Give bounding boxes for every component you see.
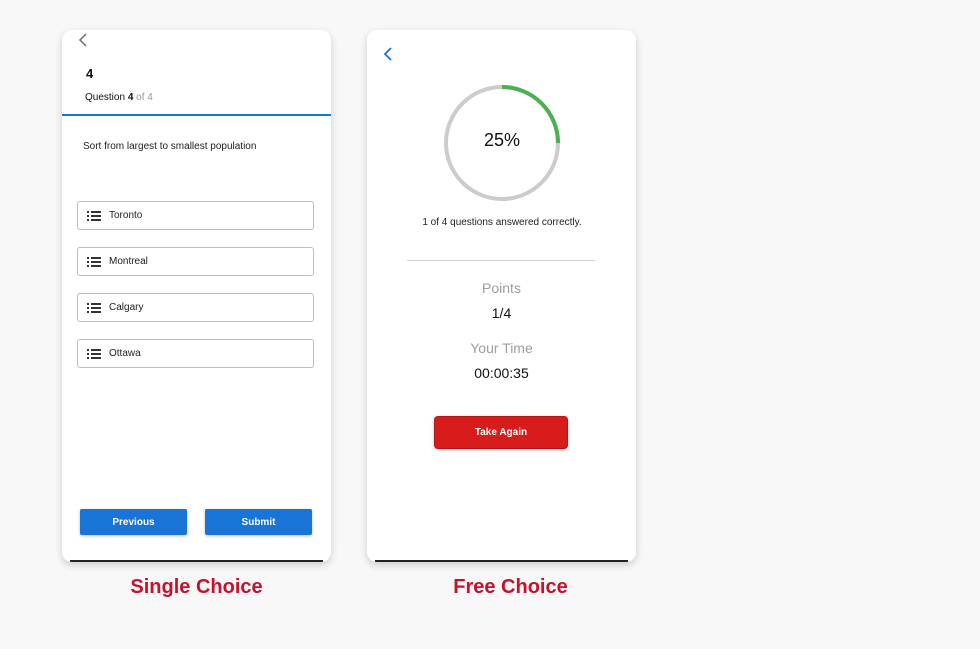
drag-list-icon — [87, 257, 101, 267]
results-divider — [407, 260, 595, 261]
question-progress-total: of 4 — [133, 92, 153, 103]
progress-divider — [62, 114, 331, 116]
free-choice-results-screen: 25% 1 of 4 questions answered correctly.… — [367, 30, 636, 562]
question-progress: Question 4 of 4 — [85, 92, 153, 103]
take-again-button[interactable]: Take Again — [434, 416, 568, 449]
single-choice-screen: 4 Question 4 of 4 Sort from largest to s… — [62, 30, 331, 562]
sortable-option[interactable]: Calgary — [77, 293, 314, 322]
free-choice-caption: Free Choice — [453, 576, 568, 598]
home-indicator — [375, 560, 628, 562]
question-progress-prefix: Question — [85, 92, 128, 103]
drag-list-icon — [87, 349, 101, 359]
drag-list-icon — [87, 303, 101, 313]
score-percent: 25% — [483, 130, 521, 150]
home-indicator — [70, 560, 323, 562]
back-chevron-icon[interactable] — [381, 46, 397, 62]
score-summary: 1 of 4 questions answered correctly. — [422, 217, 582, 228]
time-value: 00:00:35 — [474, 365, 529, 381]
points-value: 1/4 — [491, 305, 512, 321]
time-label: Your Time — [470, 340, 533, 356]
option-label: Toronto — [109, 210, 143, 221]
sortable-option[interactable]: Montreal — [77, 247, 314, 276]
back-chevron-icon[interactable] — [76, 32, 92, 48]
sortable-option[interactable]: Toronto — [77, 201, 314, 230]
question-prompt: Sort from largest to smallest population — [83, 141, 257, 152]
drag-list-icon — [87, 211, 101, 221]
previous-button[interactable]: Previous — [80, 509, 187, 535]
option-label: Ottawa — [109, 348, 141, 359]
points-label: Points — [482, 280, 521, 296]
option-label: Montreal — [109, 256, 148, 267]
option-label: Calgary — [109, 302, 144, 313]
sortable-option[interactable]: Ottawa — [77, 339, 314, 368]
single-choice-caption: Single Choice — [130, 576, 263, 598]
submit-button[interactable]: Submit — [205, 509, 312, 535]
question-number: 4 — [86, 66, 94, 81]
